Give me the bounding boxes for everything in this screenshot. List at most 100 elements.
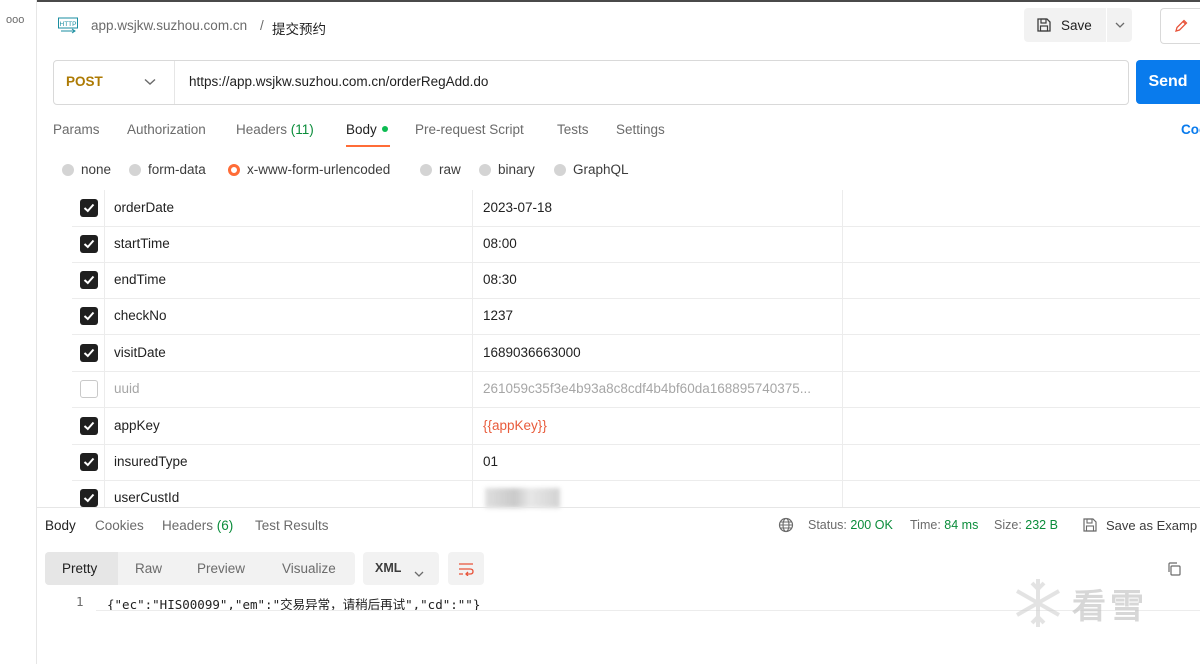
param-key[interactable]: insuredType	[114, 454, 188, 469]
row-checkbox[interactable]	[80, 380, 98, 398]
size-value: 232 B	[1025, 518, 1058, 532]
response-tab-body[interactable]: Body	[45, 518, 76, 533]
row-checkbox[interactable]	[80, 417, 98, 435]
save-dropdown-button[interactable]	[1107, 8, 1132, 42]
tab-headers[interactable]: Headers (11)	[236, 122, 314, 137]
column-divider	[472, 444, 473, 480]
radio-dot	[554, 163, 566, 176]
column-divider	[472, 371, 473, 407]
param-value[interactable]: 01	[483, 454, 835, 469]
save-as-example-button[interactable]: Save as Examp	[1106, 518, 1197, 533]
table-row: insuredType 01	[72, 444, 1200, 481]
radio-raw[interactable]: raw	[420, 162, 461, 177]
param-value[interactable]: 1237	[483, 308, 835, 323]
table-row: endTime 08:30	[72, 262, 1200, 299]
row-checkbox[interactable]	[80, 453, 98, 471]
param-value[interactable]: 2023-07-18	[483, 200, 835, 215]
param-value[interactable]: 08:30	[483, 272, 835, 287]
tab-settings[interactable]: Settings	[616, 122, 665, 137]
copy-icon[interactable]	[1166, 561, 1182, 580]
row-checkbox[interactable]	[80, 489, 98, 507]
active-tab-indicator	[346, 145, 390, 147]
param-key[interactable]: userCustId	[114, 490, 179, 505]
column-divider	[472, 335, 473, 371]
radio-label: form-data	[148, 162, 206, 177]
edit-button[interactable]	[1160, 8, 1200, 44]
response-tab-headers[interactable]: Headers (6)	[162, 518, 233, 533]
table-row: appKey {{appKey}}	[72, 408, 1200, 445]
check-icon	[83, 493, 95, 503]
tab-body[interactable]: Body	[346, 122, 388, 137]
row-checkbox[interactable]	[80, 307, 98, 325]
radio-binary[interactable]: binary	[479, 162, 535, 177]
response-tab-headers-count: (6)	[216, 518, 234, 533]
param-key[interactable]: appKey	[114, 418, 160, 433]
column-divider	[104, 190, 105, 226]
tab-pre-request-script[interactable]: Pre-request Script	[415, 122, 524, 137]
table-row: visitDate 1689036663000	[72, 335, 1200, 372]
radio-graphql[interactable]: GraphQL	[554, 162, 629, 177]
code-snippet-link[interactable]: Coo	[1181, 122, 1200, 137]
param-key[interactable]: startTime	[114, 236, 170, 251]
radio-x-www-form-urlencoded[interactable]: x-www-form-urlencoded	[228, 162, 390, 177]
globe-icon[interactable]	[778, 517, 794, 536]
request-name[interactable]: 提交预约	[272, 18, 326, 38]
wrap-lines-icon	[459, 562, 474, 576]
tab-params[interactable]: Params	[53, 122, 100, 137]
view-mode-pretty[interactable]: Pretty	[62, 561, 97, 576]
wrap-lines-button[interactable]	[448, 552, 484, 585]
save-icon[interactable]	[1082, 517, 1098, 536]
url-input[interactable]: https://app.wsjkw.suzhou.com.cn/orderReg…	[189, 74, 488, 89]
snowflake-icon	[1016, 579, 1060, 627]
radio-form-data[interactable]: form-data	[129, 162, 206, 177]
status-readout[interactable]: Status: 200 OK	[808, 518, 893, 532]
table-row: uuid 261059c35f3e4b93a8c8cdf4b4bf60da168…	[72, 371, 1200, 408]
column-divider	[472, 408, 473, 444]
method-selector[interactable]: POST	[66, 74, 103, 89]
tab-headers-count: (11)	[290, 122, 314, 137]
chevron-down-icon	[414, 565, 424, 580]
view-mode-preview[interactable]: Preview	[197, 561, 245, 576]
column-divider	[842, 408, 843, 444]
column-divider	[842, 298, 843, 334]
chevron-down-icon[interactable]	[144, 74, 156, 89]
param-key[interactable]: uuid	[114, 381, 140, 396]
param-value[interactable]: 261059c35f3e4b93a8c8cdf4b4bf60da16889574…	[483, 381, 835, 396]
param-value[interactable]: 1689036663000	[483, 345, 835, 360]
param-key[interactable]: endTime	[114, 272, 166, 287]
time-readout[interactable]: Time: 84 ms	[910, 518, 978, 532]
svg-text:HTTP: HTTP	[60, 21, 77, 28]
radio-label: raw	[439, 162, 461, 177]
radio-label: binary	[498, 162, 535, 177]
param-value-variable[interactable]: {{appKey}}	[483, 418, 835, 433]
window-top-border	[0, 0, 1200, 2]
radio-none[interactable]: none	[62, 162, 111, 177]
response-tab-test-results[interactable]: Test Results	[255, 518, 329, 533]
redacted-value	[485, 488, 560, 508]
row-checkbox[interactable]	[80, 271, 98, 289]
time-value: 84 ms	[944, 518, 979, 532]
save-button[interactable]: Save	[1024, 8, 1106, 42]
radio-label: GraphQL	[573, 162, 629, 177]
response-tab-cookies[interactable]: Cookies	[95, 518, 144, 533]
send-button[interactable]: Send	[1136, 60, 1200, 104]
param-value[interactable]: 08:00	[483, 236, 835, 251]
view-mode-raw[interactable]: Raw	[135, 561, 162, 576]
row-checkbox[interactable]	[80, 199, 98, 217]
tab-tests[interactable]: Tests	[557, 122, 589, 137]
tab-authorization[interactable]: Authorization	[127, 122, 206, 137]
column-divider	[472, 262, 473, 298]
view-mode-visualize[interactable]: Visualize	[282, 561, 336, 576]
row-checkbox[interactable]	[80, 344, 98, 362]
column-divider	[472, 298, 473, 334]
row-checkbox[interactable]	[80, 235, 98, 253]
param-key[interactable]: orderDate	[114, 200, 174, 215]
size-readout[interactable]: Size: 232 B	[994, 518, 1058, 532]
status-label: Status:	[808, 518, 847, 532]
line-number: 1	[76, 594, 84, 609]
breadcrumb-collection[interactable]: app.wsjkw.suzhou.com.cn	[91, 18, 247, 33]
param-key[interactable]: visitDate	[114, 345, 166, 360]
param-key[interactable]: checkNo	[114, 308, 167, 323]
check-icon	[83, 311, 95, 321]
more-options-icon[interactable]: ooo	[6, 14, 24, 26]
